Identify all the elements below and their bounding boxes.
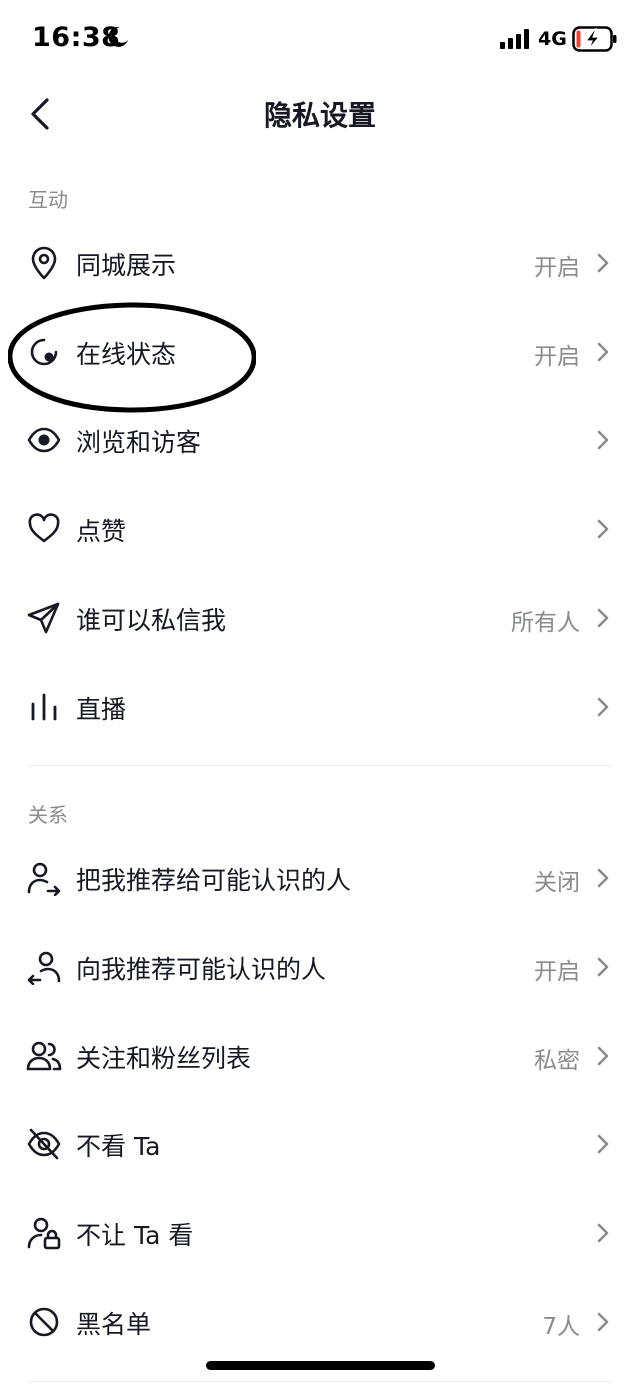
setting-value: 开启 <box>534 959 580 985</box>
setting-value: 私密 <box>534 1048 580 1074</box>
user-recommend-icon <box>27 951 61 985</box>
setting-label: 关注和粉丝列表 <box>76 1044 252 1073</box>
setting-row-online-status[interactable]: 在线状态 开启 <box>0 308 640 396</box>
chevron-right-icon <box>597 342 609 362</box>
setting-value: 关闭 <box>534 870 580 896</box>
setting-label: 黑名单 <box>76 1310 152 1339</box>
setting-row-recommend-to-me[interactable]: 向我推荐可能认识的人 开启 <box>0 923 640 1011</box>
user-share-icon <box>27 862 61 896</box>
setting-label: 直播 <box>76 695 127 724</box>
setting-label: 不看 Ta <box>76 1132 161 1161</box>
setting-label: 把我推荐给可能认识的人 <box>76 866 352 895</box>
setting-row-direct-message[interactable]: 谁可以私信我 所有人 <box>0 574 640 662</box>
location-pin-icon <box>31 246 57 280</box>
users-icon <box>26 1041 62 1071</box>
setting-row-browse-visitors[interactable]: 浏览和访客 <box>0 396 640 484</box>
setting-label: 浏览和访客 <box>76 428 202 457</box>
signal-icon <box>500 29 532 53</box>
setting-value: 开启 <box>534 255 580 281</box>
block-icon <box>29 1307 59 1337</box>
battery-charging-icon <box>572 26 618 56</box>
paper-plane-icon <box>27 602 60 634</box>
setting-row-hide-their-posts[interactable]: 不看 Ta <box>0 1100 640 1188</box>
setting-label: 同城展示 <box>76 251 177 280</box>
status-bar: 16:38 4G <box>0 0 640 78</box>
chevron-right-icon <box>597 519 609 539</box>
chevron-right-icon <box>597 1134 609 1154</box>
moon-icon <box>106 25 130 53</box>
chevron-right-icon <box>597 1046 609 1066</box>
chevron-right-icon <box>597 253 609 273</box>
page-title: 隐私设置 <box>263 99 376 132</box>
setting-row-blacklist[interactable]: 黑名单 7人 <box>0 1278 640 1366</box>
bottom-divider <box>28 1381 612 1382</box>
chevron-right-icon <box>597 430 609 450</box>
setting-label: 向我推荐可能认识的人 <box>76 955 327 984</box>
setting-row-hide-my-posts[interactable]: 不让 Ta 看 <box>0 1189 640 1277</box>
section-divider <box>28 765 612 766</box>
chevron-right-icon <box>597 1312 609 1332</box>
chevron-right-icon <box>597 957 609 977</box>
section-header-interaction: 互动 <box>28 188 68 212</box>
setting-label: 谁可以私信我 <box>76 606 227 635</box>
chevron-right-icon <box>597 868 609 888</box>
setting-label: 不让 Ta 看 <box>76 1221 194 1250</box>
online-status-icon <box>30 338 58 366</box>
setting-row-recommend-me[interactable]: 把我推荐给可能认识的人 关闭 <box>0 834 640 922</box>
chevron-right-icon <box>597 1223 609 1243</box>
nav-bar: 隐私设置 <box>0 78 640 150</box>
chevron-right-icon <box>597 697 609 717</box>
setting-value: 所有人 <box>511 610 580 636</box>
home-indicator[interactable] <box>206 1361 435 1370</box>
setting-row-likes[interactable]: 点赞 <box>0 485 640 573</box>
chevron-right-icon <box>597 608 609 628</box>
heart-icon <box>28 513 60 543</box>
eye-off-icon <box>27 1128 61 1160</box>
setting-row-local-display[interactable]: 同城展示 开启 <box>0 219 640 307</box>
setting-label: 在线状态 <box>76 340 177 369</box>
setting-value: 7人 <box>542 1314 580 1340</box>
setting-row-live[interactable]: 直播 <box>0 663 640 751</box>
section-header-relationship: 关系 <box>28 803 68 827</box>
user-lock-icon <box>27 1217 61 1250</box>
network-type: 4G <box>538 28 567 50</box>
setting-row-follow-lists[interactable]: 关注和粉丝列表 私密 <box>0 1012 640 1100</box>
setting-value: 开启 <box>534 344 580 370</box>
setting-label: 点赞 <box>76 517 127 546</box>
eye-icon <box>27 427 61 453</box>
live-bars-icon <box>31 693 57 721</box>
